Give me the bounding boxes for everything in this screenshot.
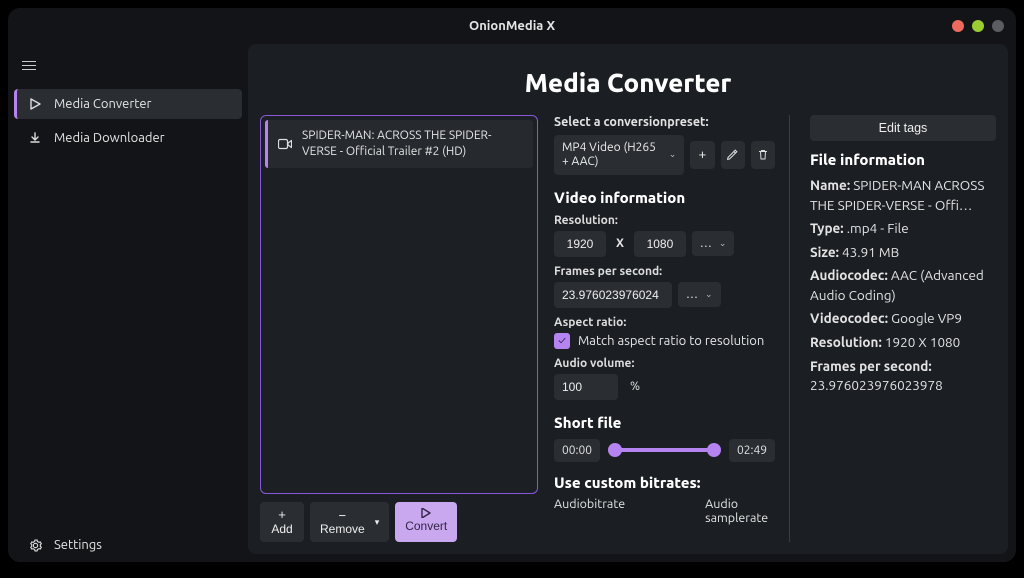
sidebar-item-label: Settings bbox=[54, 538, 102, 552]
minus-icon: − bbox=[339, 509, 347, 522]
info-resolution: Resolution: 1920 X 1080 bbox=[810, 333, 996, 353]
audio-volume-label: Audio volume: bbox=[554, 357, 775, 370]
preset-value: MP4 Video (H265 + AAC) bbox=[562, 141, 663, 169]
trim-start-time: 00:00 bbox=[554, 439, 600, 462]
sidebar-item-settings[interactable]: Settings bbox=[14, 530, 242, 560]
window-title: OnionMedia X bbox=[469, 19, 555, 33]
trim-start-thumb[interactable] bbox=[608, 443, 622, 457]
file-queue: SPIDER-MAN: ACROSS THE SPIDER-VERSE - Of… bbox=[260, 115, 538, 494]
sidebar-item-media-converter[interactable]: Media Converter bbox=[14, 89, 242, 119]
plus-icon: + bbox=[699, 147, 707, 162]
edit-tags-button[interactable]: Edit tags bbox=[810, 115, 996, 141]
fps-menu[interactable]: … ⌄ bbox=[678, 282, 721, 307]
window-controls bbox=[952, 20, 1004, 32]
sidebar-item-label: Media Converter bbox=[54, 97, 151, 111]
queue-item[interactable]: SPIDER-MAN: ACROSS THE SPIDER-VERSE - Of… bbox=[265, 120, 533, 168]
video-info-heading: Video information bbox=[554, 189, 775, 206]
trim-slider[interactable] bbox=[610, 448, 719, 452]
menu-toggle-button[interactable] bbox=[8, 48, 248, 87]
trim-end-time: 02:49 bbox=[729, 439, 775, 462]
convert-button[interactable]: Convert bbox=[395, 502, 457, 542]
preset-label: Select a conversionpreset: bbox=[554, 115, 775, 129]
plus-icon: + bbox=[278, 508, 286, 521]
page-title: Media Converter bbox=[248, 68, 1008, 97]
edit-preset-button[interactable] bbox=[721, 141, 745, 169]
custom-bitrates-heading: Use custom bitrates: bbox=[554, 474, 775, 491]
info-audiocodec: Audiocodec: AAC (Advanced Audio Coding) bbox=[810, 266, 996, 305]
check-icon: ✓ bbox=[558, 335, 566, 347]
close-button[interactable] bbox=[992, 20, 1004, 32]
play-icon bbox=[421, 508, 431, 518]
sidebar-item-label: Media Downloader bbox=[54, 131, 165, 145]
width-input[interactable] bbox=[554, 231, 606, 257]
aspect-ratio-label: Aspect ratio: bbox=[554, 316, 775, 329]
download-icon bbox=[28, 132, 42, 144]
height-input[interactable] bbox=[634, 231, 686, 257]
pencil-icon bbox=[726, 148, 739, 161]
aspect-checkbox-label: Match aspect ratio to resolution bbox=[578, 334, 764, 348]
add-label: Add bbox=[271, 522, 292, 536]
fps-label: Frames per second: bbox=[554, 265, 775, 278]
chevron-down-icon: ⌄ bbox=[719, 238, 727, 249]
audio-samplerate-label: Audio samplerate bbox=[705, 497, 775, 525]
dots-icon: … bbox=[686, 288, 699, 301]
trash-icon bbox=[757, 148, 769, 161]
add-preset-button[interactable]: + bbox=[690, 141, 714, 169]
remove-label: Remove bbox=[320, 522, 365, 536]
gear-icon bbox=[28, 539, 42, 552]
remove-button[interactable]: − Remove ▾ bbox=[310, 502, 389, 542]
fps-input[interactable] bbox=[554, 282, 672, 308]
file-info-heading: File information bbox=[810, 151, 996, 168]
convert-label: Convert bbox=[405, 519, 447, 533]
add-button[interactable]: + Add bbox=[260, 502, 304, 542]
info-name: Name: SPIDER-MAN ACROSS THE SPIDER-VERSE… bbox=[810, 176, 996, 215]
percent-unit: % bbox=[630, 380, 640, 393]
audio-volume-input[interactable] bbox=[554, 374, 618, 400]
queue-item-title: SPIDER-MAN: ACROSS THE SPIDER-VERSE - Of… bbox=[302, 128, 523, 160]
sidebar: Media Converter Media Downloader Setting… bbox=[8, 44, 248, 562]
resolution-menu[interactable]: … ⌄ bbox=[692, 231, 735, 256]
titlebar: OnionMedia X bbox=[8, 8, 1016, 44]
x-separator: X bbox=[612, 237, 628, 250]
audiobitrate-label: Audiobitrate bbox=[554, 497, 625, 525]
maximize-button[interactable] bbox=[972, 20, 984, 32]
trim-end-thumb[interactable] bbox=[707, 443, 721, 457]
video-icon bbox=[278, 138, 292, 150]
aspect-ratio-checkbox[interactable]: ✓ bbox=[554, 333, 570, 349]
chevron-down-icon: ▾ bbox=[375, 517, 380, 528]
info-videocodec: Videocodec: Google VP9 bbox=[810, 309, 996, 329]
info-fps: Frames per second: 23.976023976023978 bbox=[810, 357, 996, 396]
play-outline-icon bbox=[28, 98, 42, 110]
delete-preset-button[interactable] bbox=[751, 141, 775, 169]
dots-icon: … bbox=[700, 237, 713, 250]
sidebar-item-media-downloader[interactable]: Media Downloader bbox=[14, 123, 242, 153]
minimize-button[interactable] bbox=[952, 20, 964, 32]
preset-select[interactable]: MP4 Video (H265 + AAC) ⌄ bbox=[554, 135, 684, 175]
info-size: Size: 43.91 MB bbox=[810, 243, 996, 263]
resolution-label: Resolution: bbox=[554, 214, 775, 227]
chevron-down-icon: ⌄ bbox=[705, 289, 713, 300]
info-type: Type: .mp4 - File bbox=[810, 219, 996, 239]
hamburger-icon bbox=[22, 58, 36, 73]
short-file-heading: Short file bbox=[554, 414, 775, 431]
chevron-down-icon: ⌄ bbox=[669, 149, 677, 160]
